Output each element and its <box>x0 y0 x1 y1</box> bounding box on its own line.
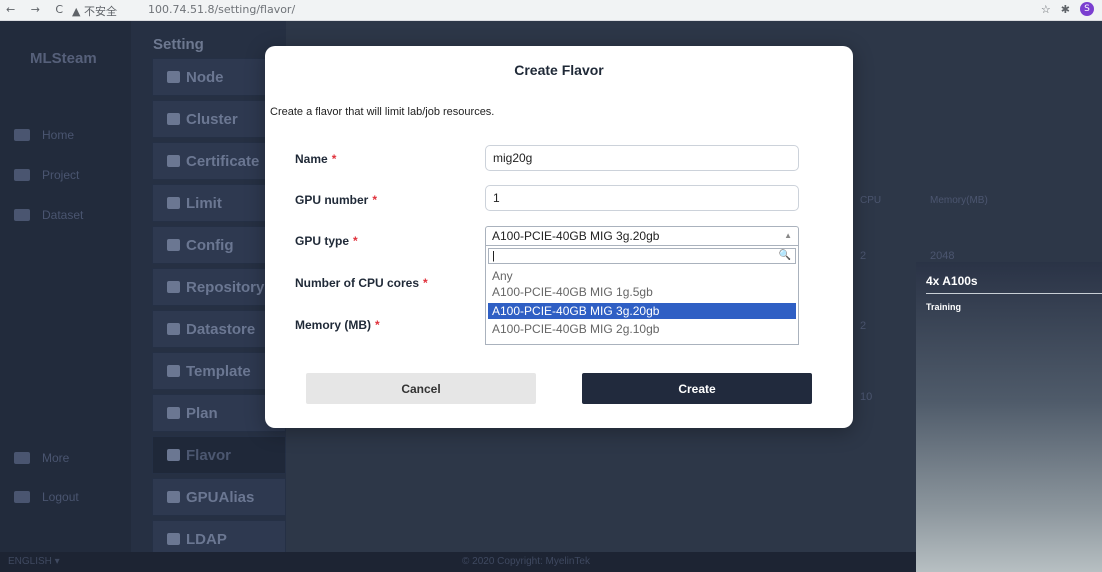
pencil-icon <box>167 491 180 503</box>
nav-more[interactable]: More <box>14 451 69 465</box>
dropdown-option[interactable]: A100-PCIE-40GB MIG 2g.10gb <box>488 321 796 337</box>
required-mark: * <box>375 318 380 332</box>
home-icon <box>14 129 30 141</box>
name-label: Name * <box>295 152 337 166</box>
search-icon: 🔍 <box>778 250 791 261</box>
table-cell: 2048 <box>930 250 955 262</box>
dropdown-search-input[interactable]: | 🔍 <box>488 248 796 264</box>
create-flavor-modal: Create Flavor Create a flavor that will … <box>265 46 853 428</box>
required-mark: * <box>331 152 337 166</box>
nav-dataset[interactable]: Dataset <box>14 208 83 222</box>
dropdown-option-selected[interactable]: A100-PCIE-40GB MIG 3g.20gb <box>488 303 796 319</box>
logout-icon <box>14 491 30 503</box>
dropdown-option[interactable]: Any <box>488 268 796 284</box>
bookmark-star-icon[interactable]: ☆ <box>1041 3 1051 16</box>
cluster-icon <box>167 113 180 125</box>
extensions-icon[interactable]: ✱ <box>1061 3 1070 16</box>
copyright-text: © 2020 Copyright: MyelinTek <box>462 556 590 567</box>
required-mark: * <box>353 234 358 248</box>
setting-item-gpualias[interactable]: GPUAlias <box>152 478 286 516</box>
promo-card-title: 4x A100s <box>926 274 978 288</box>
profile-avatar[interactable]: S <box>1080 2 1094 16</box>
table-cell: 2 <box>860 250 867 262</box>
shield-icon <box>167 155 180 167</box>
wrench-icon <box>167 449 180 461</box>
project-icon <box>14 169 30 181</box>
nav-home[interactable]: Home <box>14 128 74 142</box>
modal-title: Create Flavor <box>514 62 604 78</box>
language-selector[interactable]: ENGLISH ▾ <box>8 556 60 567</box>
gpu-type-dropdown: | 🔍 Any A100-PCIE-40GB MIG 1g.5gb A100-PC… <box>485 245 799 345</box>
browser-nav-buttons[interactable]: ← → C <box>6 3 69 16</box>
required-mark: * <box>423 276 428 290</box>
config-icon <box>167 239 180 251</box>
table-cell: 2 <box>860 320 867 332</box>
limit-icon <box>167 197 180 209</box>
promo-card: 4x A100s Training <box>916 262 1102 572</box>
cancel-button[interactable]: Cancel <box>306 373 536 404</box>
main-sidebar <box>0 21 131 552</box>
browser-toolbar: ← → C ▲ 不安全 100.74.51.8/setting/flavor/ … <box>0 0 1102 21</box>
setting-item-flavor[interactable]: Flavor <box>152 436 286 474</box>
memory-label: Memory (MB) * <box>295 318 380 332</box>
gpu-number-label: GPU number * <box>295 193 378 207</box>
name-input[interactable] <box>485 145 799 171</box>
security-warning[interactable]: ▲ 不安全 <box>72 3 117 19</box>
user-icon <box>167 71 180 83</box>
table-header-memory: Memory(MB) <box>930 195 988 206</box>
repository-icon <box>167 281 180 293</box>
gpu-type-select[interactable]: A100-PCIE-40GB MIG 3g.20gb ▲ <box>485 226 799 246</box>
table-cell: 10 <box>860 391 873 403</box>
template-icon <box>167 365 180 377</box>
address-bar[interactable]: 100.74.51.8/setting/flavor/ <box>148 3 295 16</box>
brand-logo: MLSteam <box>30 50 97 67</box>
modal-description: Create a flavor that will limit lab/job … <box>270 106 495 118</box>
table-header-cpu: CPU <box>860 195 882 206</box>
ldap-icon <box>167 533 180 545</box>
grid-icon <box>14 452 30 464</box>
divider <box>926 293 1102 294</box>
cpu-cores-label: Number of CPU cores * <box>295 276 428 290</box>
create-button[interactable]: Create <box>582 373 812 404</box>
promo-card-subtitle: Training <box>926 302 962 312</box>
setting-title: Setting <box>153 36 204 53</box>
nav-logout[interactable]: Logout <box>14 490 79 504</box>
caret-up-icon: ▲ <box>784 231 792 240</box>
dropdown-option[interactable]: A100-PCIE-40GB MIG 1g.5gb <box>488 284 796 300</box>
gpu-type-label: GPU type * <box>295 234 358 248</box>
dataset-icon <box>14 209 30 221</box>
gpu-number-input[interactable] <box>485 185 799 211</box>
plan-icon <box>167 407 180 419</box>
required-mark: * <box>372 193 378 207</box>
nav-project[interactable]: Project <box>14 168 79 182</box>
datastore-icon <box>167 323 180 335</box>
